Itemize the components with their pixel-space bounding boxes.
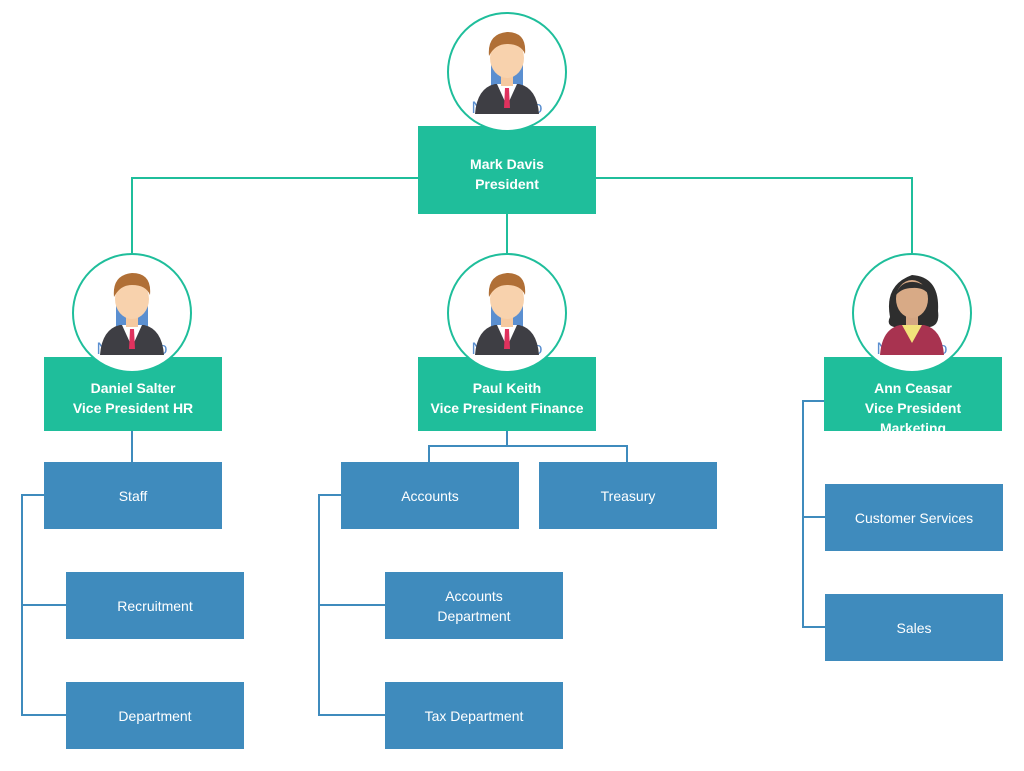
- person-name: Daniel Salter: [90, 380, 176, 396]
- node-dept-staff[interactable]: Staff: [44, 462, 222, 529]
- person-name: Paul Keith: [472, 380, 542, 396]
- label: President: [475, 176, 539, 192]
- label: Vice President: [864, 400, 962, 416]
- label: Marketing: [879, 420, 947, 431]
- label: Staff: [118, 487, 148, 504]
- label: Accounts: [401, 487, 459, 504]
- label: Department: [437, 607, 511, 624]
- node-dept-accounts[interactable]: Accounts: [341, 462, 519, 529]
- person-name: Accounts: [445, 587, 503, 604]
- node-dept-customer-services[interactable]: Customer Services: [825, 484, 1003, 551]
- label: Treasury: [600, 487, 656, 504]
- label: Tax Department: [424, 707, 524, 724]
- person-name: Ann Ceasar: [874, 380, 952, 396]
- label: Customer Services: [854, 509, 974, 526]
- node-dept-treasury[interactable]: Treasury: [539, 462, 717, 529]
- connector-marketing: [802, 400, 825, 628]
- node-president[interactable]: Mark Davis President: [418, 126, 596, 214]
- node-dept-tax-department[interactable]: Tax Department: [385, 682, 563, 749]
- node-dept-recruitment[interactable]: Recruitment: [66, 572, 244, 639]
- label: Vice President HR: [72, 400, 194, 416]
- photo-vp-3: No Photo: [852, 253, 972, 373]
- photo-vp-1: No Photo: [72, 253, 192, 373]
- node-dept-department[interactable]: Department: [66, 682, 244, 749]
- node-dept-sales[interactable]: Sales: [825, 594, 1003, 661]
- photo-president: No Photo: [447, 12, 567, 132]
- node-dept-accounts-department[interactable]: Accounts Department: [385, 572, 563, 639]
- label: Sales: [896, 619, 932, 636]
- label: Recruitment: [117, 597, 193, 614]
- person-name: Mark Davis: [470, 156, 544, 172]
- label: Vice President Finance: [430, 400, 584, 416]
- photo-vp-2: No Photo: [447, 253, 567, 373]
- label: Department: [118, 707, 192, 724]
